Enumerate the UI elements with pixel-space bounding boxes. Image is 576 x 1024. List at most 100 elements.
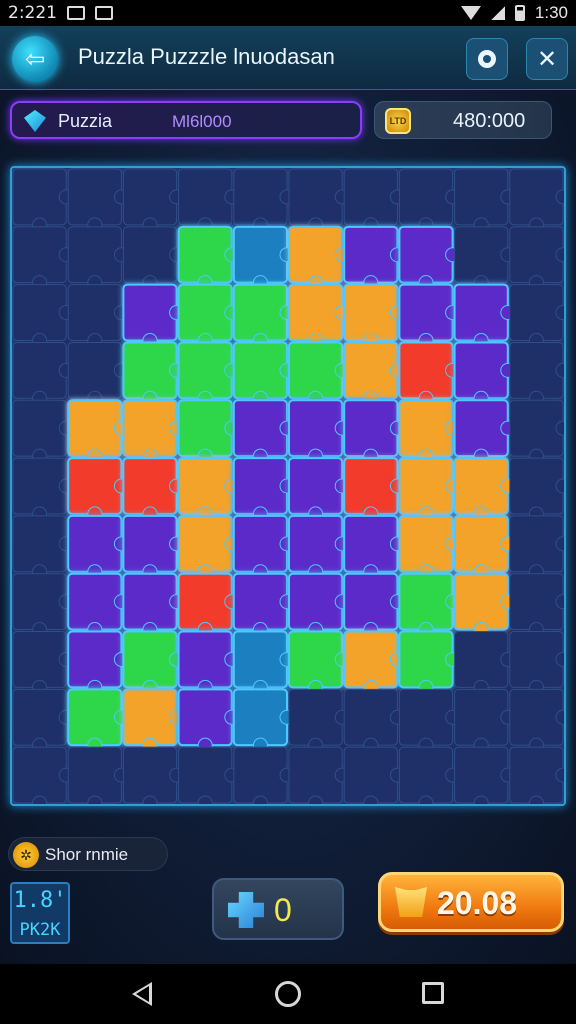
puzzle-piece[interactable] xyxy=(233,746,295,804)
puzzle-piece[interactable] xyxy=(343,630,405,695)
puzzle-piece[interactable] xyxy=(177,341,240,406)
puzzle-piece[interactable] xyxy=(509,515,564,580)
puzzle-piece[interactable] xyxy=(398,399,461,464)
puzzle-piece[interactable] xyxy=(453,457,516,522)
puzzle-piece[interactable] xyxy=(398,572,461,638)
puzzle-piece[interactable] xyxy=(343,514,405,580)
puzzle-piece[interactable] xyxy=(67,226,129,291)
puzzle-piece[interactable] xyxy=(122,226,185,291)
puzzle-piece[interactable] xyxy=(12,746,74,804)
puzzle-piece[interactable] xyxy=(288,341,350,406)
puzzle-piece[interactable] xyxy=(122,630,185,695)
puzzle-piece[interactable] xyxy=(122,688,185,753)
puzzle-piece[interactable] xyxy=(67,630,129,695)
puzzle-piece[interactable] xyxy=(509,457,564,522)
puzzle-piece[interactable] xyxy=(509,631,564,695)
buy-button[interactable]: 20.08 xyxy=(378,872,564,932)
puzzle-piece[interactable] xyxy=(12,573,74,638)
puzzle-piece[interactable] xyxy=(12,631,74,695)
puzzle-piece[interactable] xyxy=(398,341,461,406)
puzzle-piece[interactable] xyxy=(454,688,516,753)
puzzle-piece[interactable] xyxy=(232,399,295,464)
coin-balance[interactable]: LTD 480:000 xyxy=(374,101,552,139)
puzzle-piece[interactable] xyxy=(177,630,240,695)
puzzle-piece[interactable] xyxy=(343,225,405,291)
puzzle-piece[interactable] xyxy=(288,572,350,638)
settings-button[interactable] xyxy=(466,38,508,80)
puzzle-piece[interactable] xyxy=(398,225,461,291)
puzzle-piece[interactable] xyxy=(509,688,564,753)
puzzle-piece[interactable] xyxy=(288,746,350,804)
puzzle-piece[interactable] xyxy=(177,514,240,580)
piece-hint-button[interactable]: 0 xyxy=(212,878,344,940)
puzzle-piece[interactable] xyxy=(177,399,240,464)
puzzle-piece[interactable] xyxy=(67,572,129,638)
puzzle-piece[interactable] xyxy=(122,168,185,233)
puzzle-piece[interactable] xyxy=(509,341,564,406)
puzzle-piece[interactable] xyxy=(177,225,240,291)
puzzle-piece[interactable] xyxy=(343,688,405,753)
puzzle-piece[interactable] xyxy=(454,746,516,804)
puzzle-piece[interactable] xyxy=(343,572,405,638)
puzzle-piece[interactable] xyxy=(509,226,564,291)
puzzle-piece[interactable] xyxy=(232,572,295,638)
puzzle-piece[interactable] xyxy=(454,226,516,291)
puzzle-piece[interactable] xyxy=(12,226,74,291)
nav-recents-icon[interactable] xyxy=(422,982,444,1004)
puzzle-piece[interactable] xyxy=(67,514,129,580)
nav-back-icon[interactable] xyxy=(132,982,152,1006)
puzzle-piece[interactable] xyxy=(12,457,74,522)
puzzle-piece[interactable] xyxy=(509,168,564,233)
puzzle-piece[interactable] xyxy=(288,514,350,580)
puzzle-piece[interactable] xyxy=(67,746,129,804)
puzzle-piece[interactable] xyxy=(177,572,240,638)
puzzle-piece[interactable] xyxy=(67,341,129,406)
close-button[interactable]: ✕ xyxy=(526,38,568,80)
puzzle-piece[interactable] xyxy=(288,630,350,695)
puzzle-piece[interactable] xyxy=(232,341,295,406)
puzzle-piece[interactable] xyxy=(398,457,461,522)
puzzle-board[interactable] xyxy=(10,166,566,806)
puzzle-piece[interactable] xyxy=(509,746,564,804)
puzzle-piece[interactable] xyxy=(453,399,516,464)
puzzle-piece[interactable] xyxy=(177,457,240,522)
puzzle-piece[interactable] xyxy=(177,688,240,753)
puzzle-piece[interactable] xyxy=(453,283,516,348)
puzzle-piece[interactable] xyxy=(453,572,516,638)
puzzle-piece[interactable] xyxy=(122,514,185,580)
puzzle-piece[interactable] xyxy=(12,399,74,464)
puzzle-piece[interactable] xyxy=(232,283,295,348)
puzzle-piece[interactable] xyxy=(343,746,405,804)
back-button[interactable]: ⇦ xyxy=(12,36,58,82)
nav-home-icon[interactable] xyxy=(275,981,301,1007)
puzzle-piece[interactable] xyxy=(67,284,129,348)
puzzle-piece[interactable] xyxy=(232,688,295,753)
puzzle-piece[interactable] xyxy=(343,399,405,464)
puzzle-piece[interactable] xyxy=(12,284,74,348)
puzzle-piece[interactable] xyxy=(398,168,461,233)
puzzle-piece[interactable] xyxy=(288,225,350,291)
puzzle-piece[interactable] xyxy=(67,457,129,522)
puzzle-piece[interactable] xyxy=(12,688,74,753)
puzzle-piece[interactable] xyxy=(288,457,350,522)
puzzle-piece[interactable] xyxy=(288,283,350,348)
puzzle-piece[interactable] xyxy=(233,168,295,233)
puzzle-piece[interactable] xyxy=(454,168,516,233)
puzzle-piece[interactable] xyxy=(122,341,185,406)
puzzle-piece[interactable] xyxy=(122,572,185,638)
puzzle-piece[interactable] xyxy=(343,283,405,348)
puzzle-piece[interactable] xyxy=(12,341,74,406)
puzzle-piece[interactable] xyxy=(122,399,185,464)
puzzle-piece[interactable] xyxy=(509,573,564,638)
puzzle-piece[interactable] xyxy=(509,399,564,464)
puzzle-piece[interactable] xyxy=(343,168,405,233)
puzzle-piece[interactable] xyxy=(232,630,295,695)
puzzle-piece[interactable] xyxy=(178,168,240,233)
puzzle-grid[interactable] xyxy=(12,168,564,804)
puzzle-piece[interactable] xyxy=(67,168,129,233)
puzzle-piece[interactable] xyxy=(288,168,350,233)
puzzle-piece[interactable] xyxy=(177,283,240,348)
puzzle-piece[interactable] xyxy=(343,341,405,406)
puzzle-piece[interactable] xyxy=(232,514,295,580)
puzzle-piece[interactable] xyxy=(398,630,461,695)
